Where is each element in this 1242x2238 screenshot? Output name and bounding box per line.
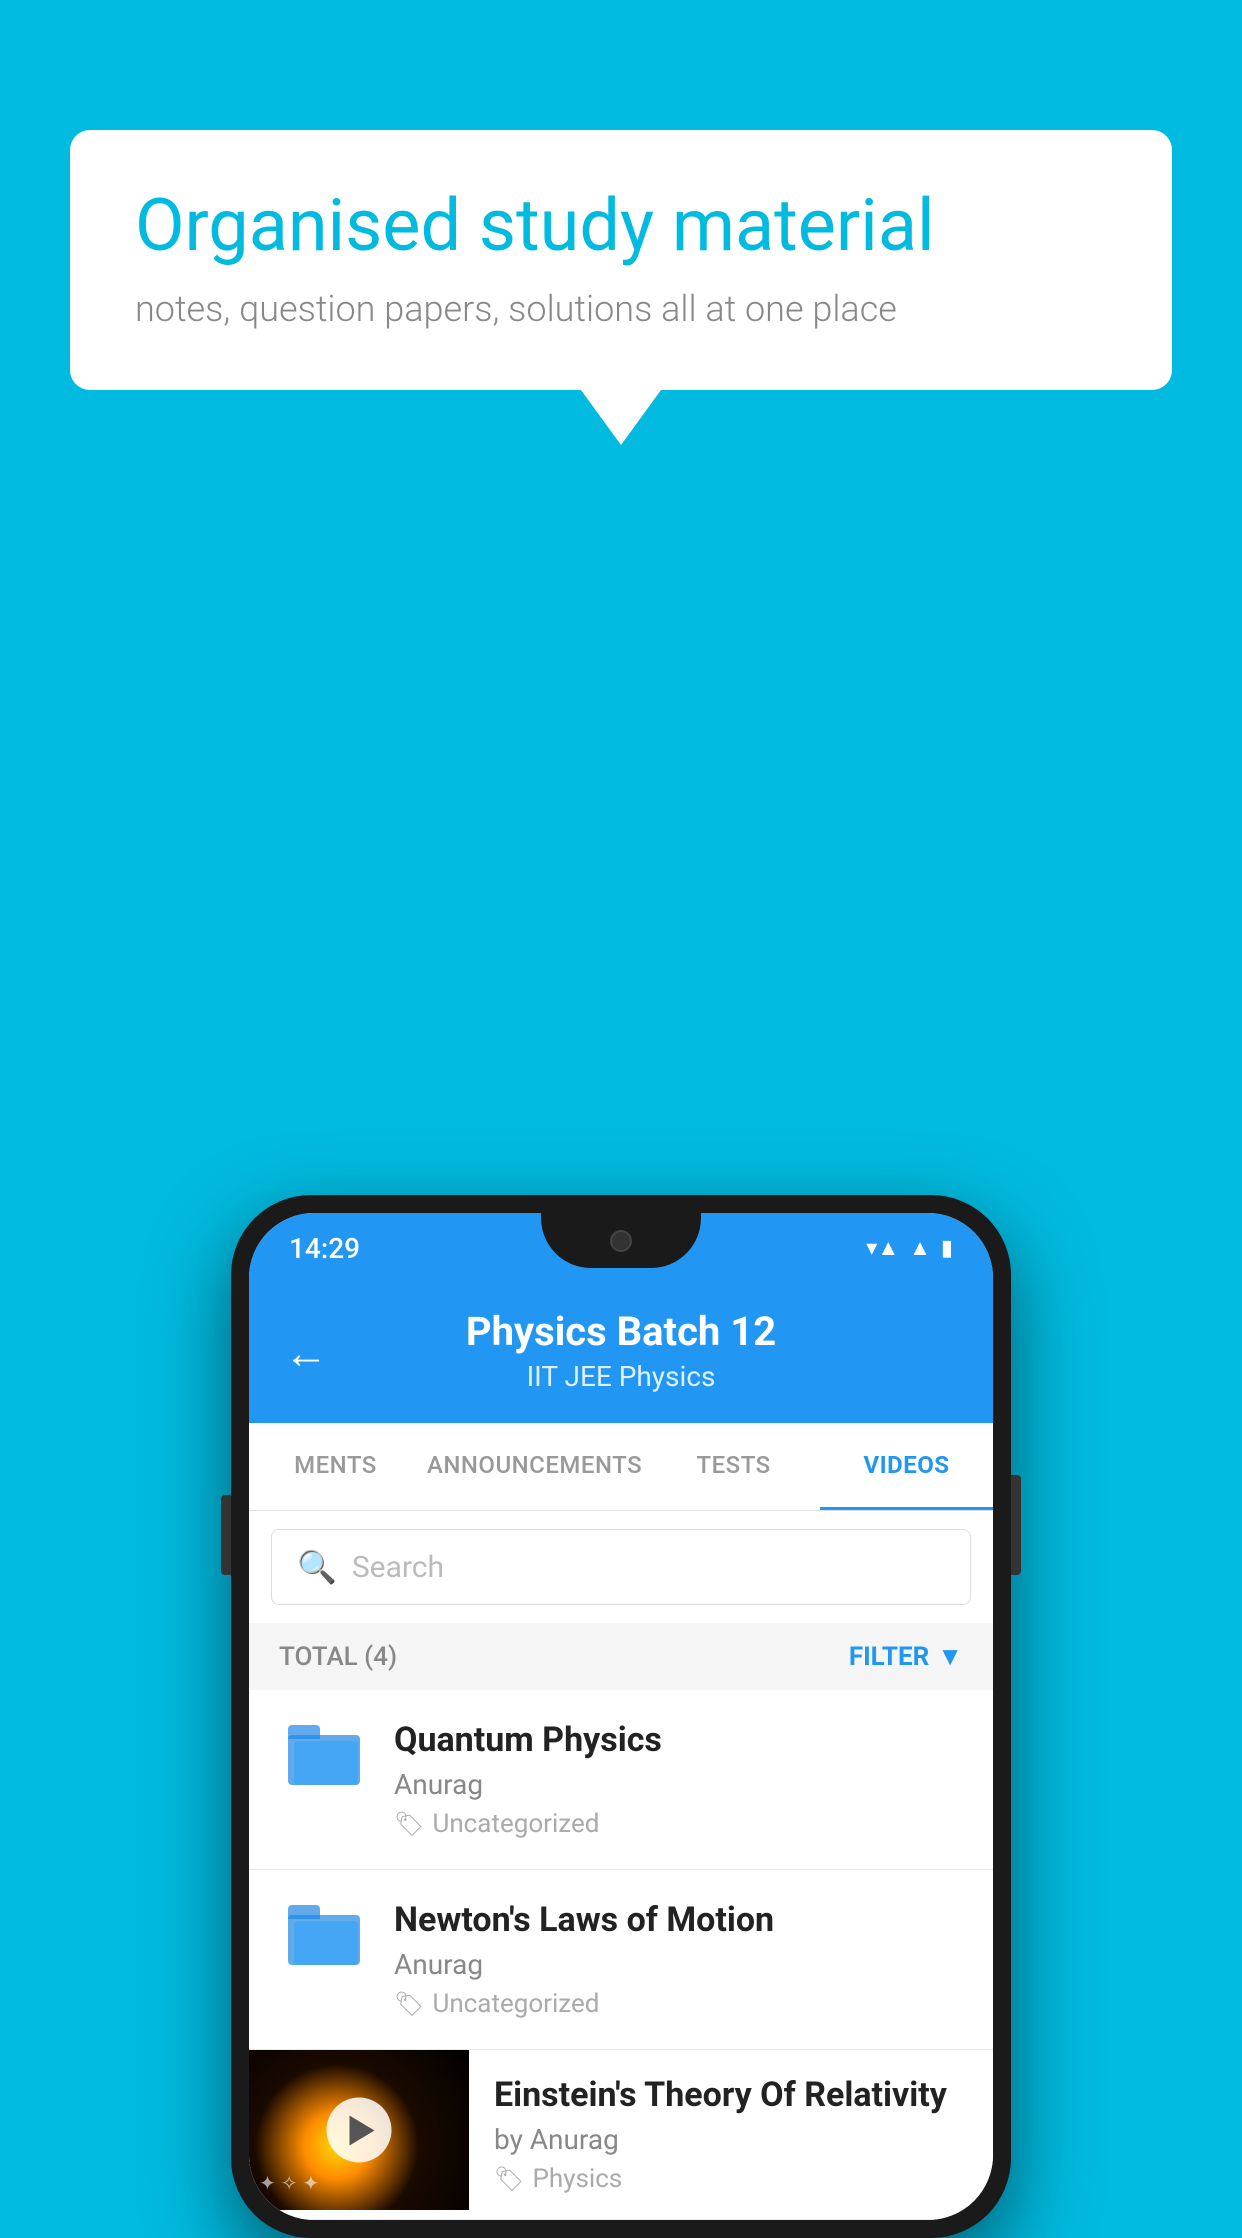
folder-icon-wrap (279, 1720, 369, 1785)
play-button[interactable] (327, 2098, 392, 2163)
folder-icon (288, 1725, 360, 1785)
speech-bubble-card: Organised study material notes, question… (70, 130, 1172, 390)
battery-icon: ▮ (941, 1236, 953, 1261)
item-tag: 🏷 Uncategorized (394, 1809, 963, 1839)
list-item[interactable]: Einstein's Theory Of Relativity by Anura… (249, 2050, 993, 2220)
speech-bubble-section: Organised study material notes, question… (70, 130, 1172, 445)
header-title: Physics Batch 12 (289, 1308, 953, 1355)
tab-videos[interactable]: VIDEOS (820, 1423, 993, 1510)
filter-icon: ▼ (937, 1641, 963, 1672)
tag-label: Uncategorized (432, 1809, 599, 1839)
wifi-icon: ▾▲ (866, 1235, 899, 1261)
search-bar[interactable]: 🔍 Search (271, 1529, 971, 1605)
video-thumbnail (249, 2050, 469, 2210)
item-title: Newton's Laws of Motion (394, 1900, 963, 1940)
tab-announcements[interactable]: ANNOUNCEMENTS (422, 1423, 647, 1510)
tag-icon: 🏷 (494, 2165, 524, 2193)
tab-tests[interactable]: TESTS (647, 1423, 820, 1510)
item-title: Einstein's Theory Of Relativity (494, 2075, 968, 2115)
speech-bubble-title: Organised study material (135, 185, 1107, 268)
item-author: Anurag (394, 1948, 963, 1981)
app-header: ← Physics Batch 12 IIT JEE Physics (249, 1283, 993, 1423)
total-count: TOTAL (4) (279, 1642, 397, 1672)
back-button[interactable]: ← (284, 1327, 328, 1379)
tag-icon: 🏷 (394, 1990, 424, 2018)
tag-icon: 🏷 (394, 1810, 424, 1838)
item-details: Einstein's Theory Of Relativity by Anura… (469, 2050, 993, 2219)
filter-bar: TOTAL (4) FILTER ▼ (249, 1623, 993, 1690)
tab-ments[interactable]: MENTS (249, 1423, 422, 1510)
signal-icon: ▲ (909, 1235, 931, 1261)
item-author: Anurag (394, 1768, 963, 1801)
status-icons: ▾▲ ▲ ▮ (866, 1235, 953, 1261)
item-title: Quantum Physics (394, 1720, 963, 1760)
filter-label: FILTER (849, 1642, 929, 1672)
front-camera (610, 1230, 632, 1252)
list-item[interactable]: Newton's Laws of Motion Anurag 🏷 Uncateg… (249, 1870, 993, 2050)
tag-label: Uncategorized (432, 1989, 599, 2019)
search-container: 🔍 Search (249, 1511, 993, 1623)
status-bar: 14:29 ▾▲ ▲ ▮ (249, 1213, 993, 1283)
search-icon: 🔍 (297, 1548, 337, 1586)
item-details: Newton's Laws of Motion Anurag 🏷 Uncateg… (394, 1900, 963, 2019)
phone-outer-shell: 14:29 ▾▲ ▲ ▮ ← Physics Batch 12 IIT JEE … (231, 1195, 1011, 2238)
video-list: Quantum Physics Anurag 🏷 Uncategorized (249, 1690, 993, 2220)
item-details: Quantum Physics Anurag 🏷 Uncategorized (394, 1720, 963, 1839)
status-time: 14:29 (289, 1232, 360, 1265)
item-tag: 🏷 Physics (494, 2164, 968, 2194)
folder-icon-wrap (279, 1900, 369, 1965)
header-subtitle: IIT JEE Physics (289, 1360, 953, 1393)
list-item[interactable]: Quantum Physics Anurag 🏷 Uncategorized (249, 1690, 993, 1870)
phone-screen: 14:29 ▾▲ ▲ ▮ ← Physics Batch 12 IIT JEE … (249, 1213, 993, 2220)
speech-bubble-arrow (581, 390, 661, 445)
phone-device: 14:29 ▾▲ ▲ ▮ ← Physics Batch 12 IIT JEE … (231, 1195, 1011, 2238)
tab-bar: MENTS ANNOUNCEMENTS TESTS VIDEOS (249, 1423, 993, 1511)
speech-bubble-subtitle: notes, question papers, solutions all at… (135, 288, 1107, 330)
play-icon (349, 2115, 374, 2145)
filter-button[interactable]: FILTER ▼ (849, 1641, 963, 1672)
search-input[interactable]: Search (352, 1550, 444, 1585)
tag-label: Physics (532, 2164, 622, 2194)
phone-notch (541, 1213, 701, 1268)
item-author: by Anurag (494, 2123, 968, 2156)
folder-icon (288, 1905, 360, 1965)
item-tag: 🏷 Uncategorized (394, 1989, 963, 2019)
